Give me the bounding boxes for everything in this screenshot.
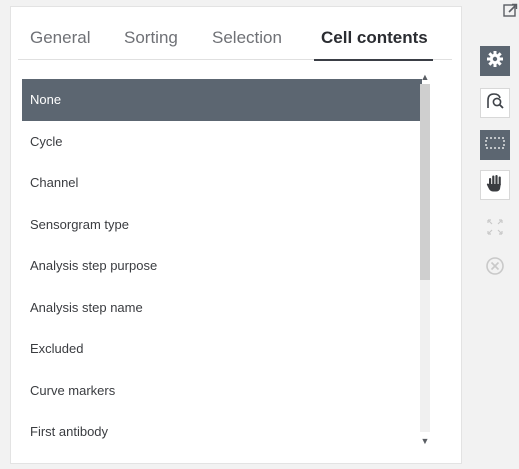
edit-icon[interactable] — [502, 2, 519, 19]
zoom-select-button[interactable] — [480, 88, 510, 118]
list-item-analysis-step-purpose[interactable]: Analysis step purpose — [22, 245, 422, 287]
list-item-none[interactable]: None — [22, 79, 422, 121]
list-item-first-antibody[interactable]: First antibody — [22, 411, 422, 453]
tab-selection[interactable]: Selection — [212, 18, 282, 60]
clear-icon — [485, 256, 505, 281]
expand-icon — [486, 218, 504, 241]
zoom-select-icon — [485, 91, 505, 116]
tab-general[interactable]: General — [30, 18, 90, 60]
gear-icon — [486, 50, 504, 73]
list-item-sensorgram-type[interactable]: Sensorgram type — [22, 204, 422, 246]
cell-contents-list: None Cycle Channel Sensorgram type Analy… — [22, 79, 422, 461]
expand-button — [480, 214, 510, 244]
list-item-analysis-step-name[interactable]: Analysis step name — [22, 287, 422, 329]
clear-button — [480, 253, 510, 283]
scrollbar-thumb[interactable] — [420, 84, 430, 280]
tab-sorting[interactable]: Sorting — [124, 18, 178, 60]
scroll-up-arrow-icon[interactable]: ▲ — [420, 72, 430, 82]
pan-hand-icon — [485, 173, 505, 198]
marquee-select-button[interactable] — [480, 130, 510, 160]
list-item-excluded[interactable]: Excluded — [22, 328, 422, 370]
marquee-select-icon — [484, 135, 506, 156]
tab-cell-contents[interactable]: Cell contents — [314, 18, 433, 61]
settings-button[interactable] — [480, 46, 510, 76]
list-scrollbar[interactable] — [420, 84, 430, 432]
tab-bar: General Sorting Selection Cell contents — [18, 18, 452, 61]
scroll-down-arrow-icon[interactable]: ▼ — [420, 436, 430, 446]
list-item-cycle[interactable]: Cycle — [22, 121, 422, 163]
list-item-channel[interactable]: Channel — [22, 162, 422, 204]
pan-button[interactable] — [480, 170, 510, 200]
list-item-curve-markers[interactable]: Curve markers — [22, 370, 422, 412]
